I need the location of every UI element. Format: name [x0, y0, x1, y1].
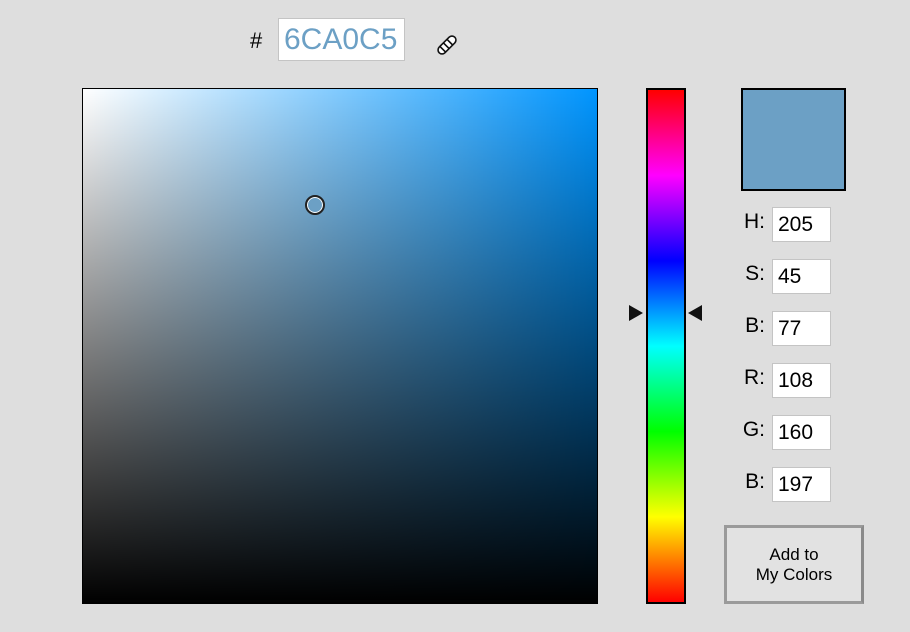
blue-label: B:: [745, 470, 765, 493]
color-preview-swatch: [741, 88, 846, 191]
eyedropper-icon[interactable]: [432, 30, 462, 60]
color-picker-marker[interactable]: [305, 195, 325, 215]
green-input[interactable]: 160: [772, 415, 831, 450]
red-input[interactable]: 108: [772, 363, 831, 398]
saturation-brightness-field[interactable]: [82, 88, 598, 604]
hue-slider-right-arrow-icon[interactable]: [688, 305, 702, 321]
hue-slider-left-arrow-icon[interactable]: [629, 305, 643, 321]
hue-input[interactable]: 205: [772, 207, 831, 242]
add-button-line1: Add to: [769, 544, 819, 564]
hash-label: #: [250, 28, 263, 53]
brightness-input[interactable]: 77: [772, 311, 831, 346]
brightness-label: B:: [745, 314, 765, 337]
green-label: G:: [742, 418, 765, 441]
hex-input[interactable]: 6CA0C5: [278, 18, 405, 61]
red-label: R:: [744, 366, 765, 389]
add-button-line2: My Colors: [755, 564, 833, 584]
hue-label: H:: [744, 210, 765, 233]
saturation-input[interactable]: 45: [772, 259, 831, 294]
saturation-label: S:: [745, 262, 765, 285]
hue-slider[interactable]: [646, 88, 686, 604]
add-to-my-colors-button[interactable]: Add to My Colors: [724, 525, 864, 604]
blue-input[interactable]: 197: [772, 467, 831, 502]
